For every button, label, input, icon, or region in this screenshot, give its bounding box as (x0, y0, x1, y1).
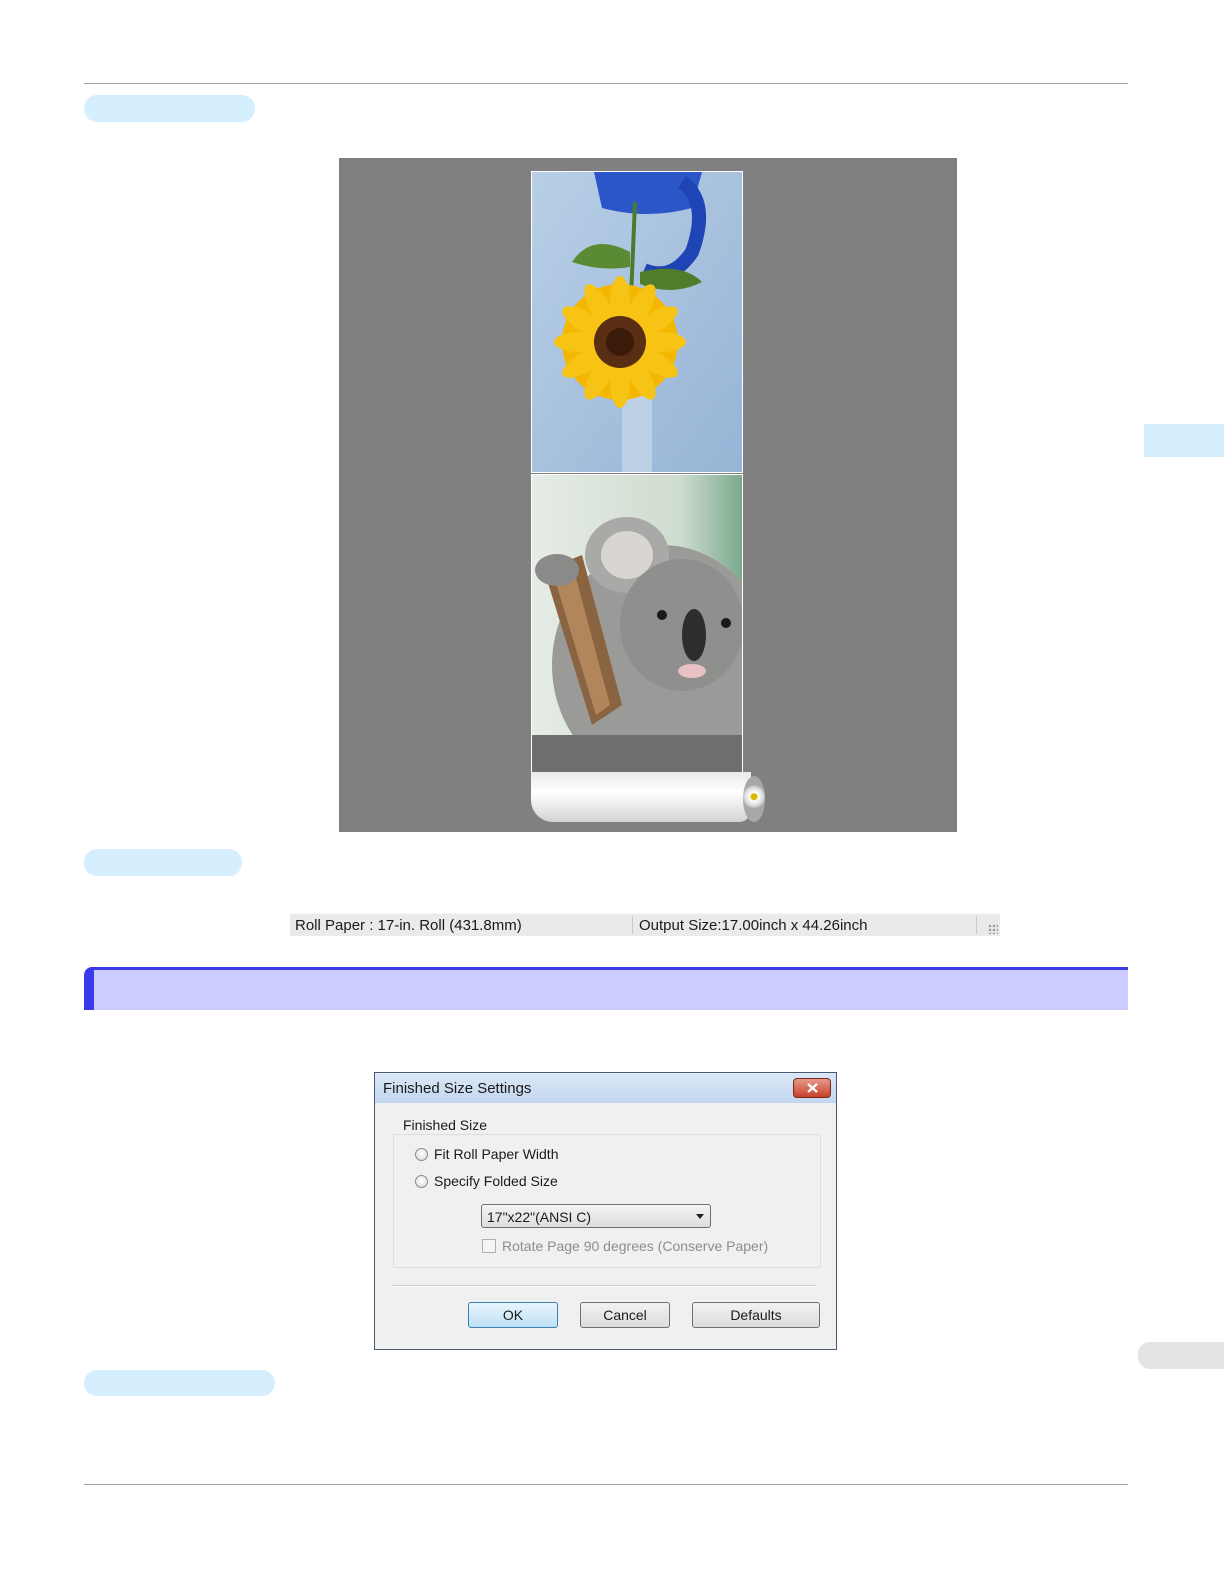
heading-pill-3 (84, 1370, 275, 1396)
fit-roll-paper-width-radio[interactable] (415, 1148, 428, 1161)
ok-button[interactable]: OK (468, 1302, 558, 1328)
roll-paper-body (531, 772, 751, 822)
resize-grip-icon[interactable] (988, 924, 998, 934)
preview-page-sunflower (531, 171, 743, 473)
status-separator-2 (976, 916, 977, 934)
dialog-title-bar[interactable]: Finished Size Settings (375, 1073, 836, 1103)
dialog-title: Finished Size Settings (383, 1080, 532, 1097)
finished-size-group-title: Finished Size (399, 1117, 492, 1133)
preview-page-koala (531, 474, 743, 773)
cancel-button[interactable]: Cancel (580, 1302, 670, 1328)
specify-folded-size-label[interactable]: Specify Folded Size (434, 1173, 558, 1189)
dialog-divider (393, 1285, 817, 1287)
defaults-button[interactable]: Defaults (692, 1302, 820, 1328)
preview-status-bar: Roll Paper : 17-in. Roll (431.8mm) Outpu… (290, 913, 1000, 936)
rotate-page-checkbox[interactable] (482, 1239, 496, 1253)
side-tab (1138, 1342, 1224, 1369)
status-paper-type: Roll Paper : 17-in. Roll (431.8mm) (295, 917, 522, 934)
roll-paper-core (743, 776, 765, 822)
section-header-accent (84, 970, 94, 1010)
close-icon (807, 1083, 818, 1093)
folded-size-select[interactable]: 17"x22"(ANSI C) (481, 1204, 711, 1228)
print-preview-area (339, 158, 957, 832)
dialog-close-button[interactable] (793, 1078, 831, 1098)
status-separator (632, 916, 633, 934)
fit-roll-paper-width-label[interactable]: Fit Roll Paper Width (434, 1146, 558, 1162)
chevron-down-icon (696, 1214, 704, 1219)
heading-pill-2 (84, 849, 242, 876)
chapter-tab (1144, 424, 1224, 457)
heading-pill-1 (84, 95, 255, 122)
folded-size-select-value: 17"x22"(ANSI C) (487, 1209, 592, 1225)
finished-size-settings-dialog: Finished Size Settings Finished Size Fit… (374, 1072, 837, 1350)
sunflower-image (532, 172, 742, 472)
bottom-rule (84, 1484, 1128, 1485)
status-output-size: Output Size:17.00inch x 44.26inch (639, 917, 868, 934)
koala-image (532, 475, 742, 772)
section-header-bar (84, 967, 1128, 1010)
rotate-page-label[interactable]: Rotate Page 90 degrees (Conserve Paper) (502, 1238, 768, 1254)
top-rule (84, 83, 1128, 84)
specify-folded-size-radio[interactable] (415, 1175, 428, 1188)
